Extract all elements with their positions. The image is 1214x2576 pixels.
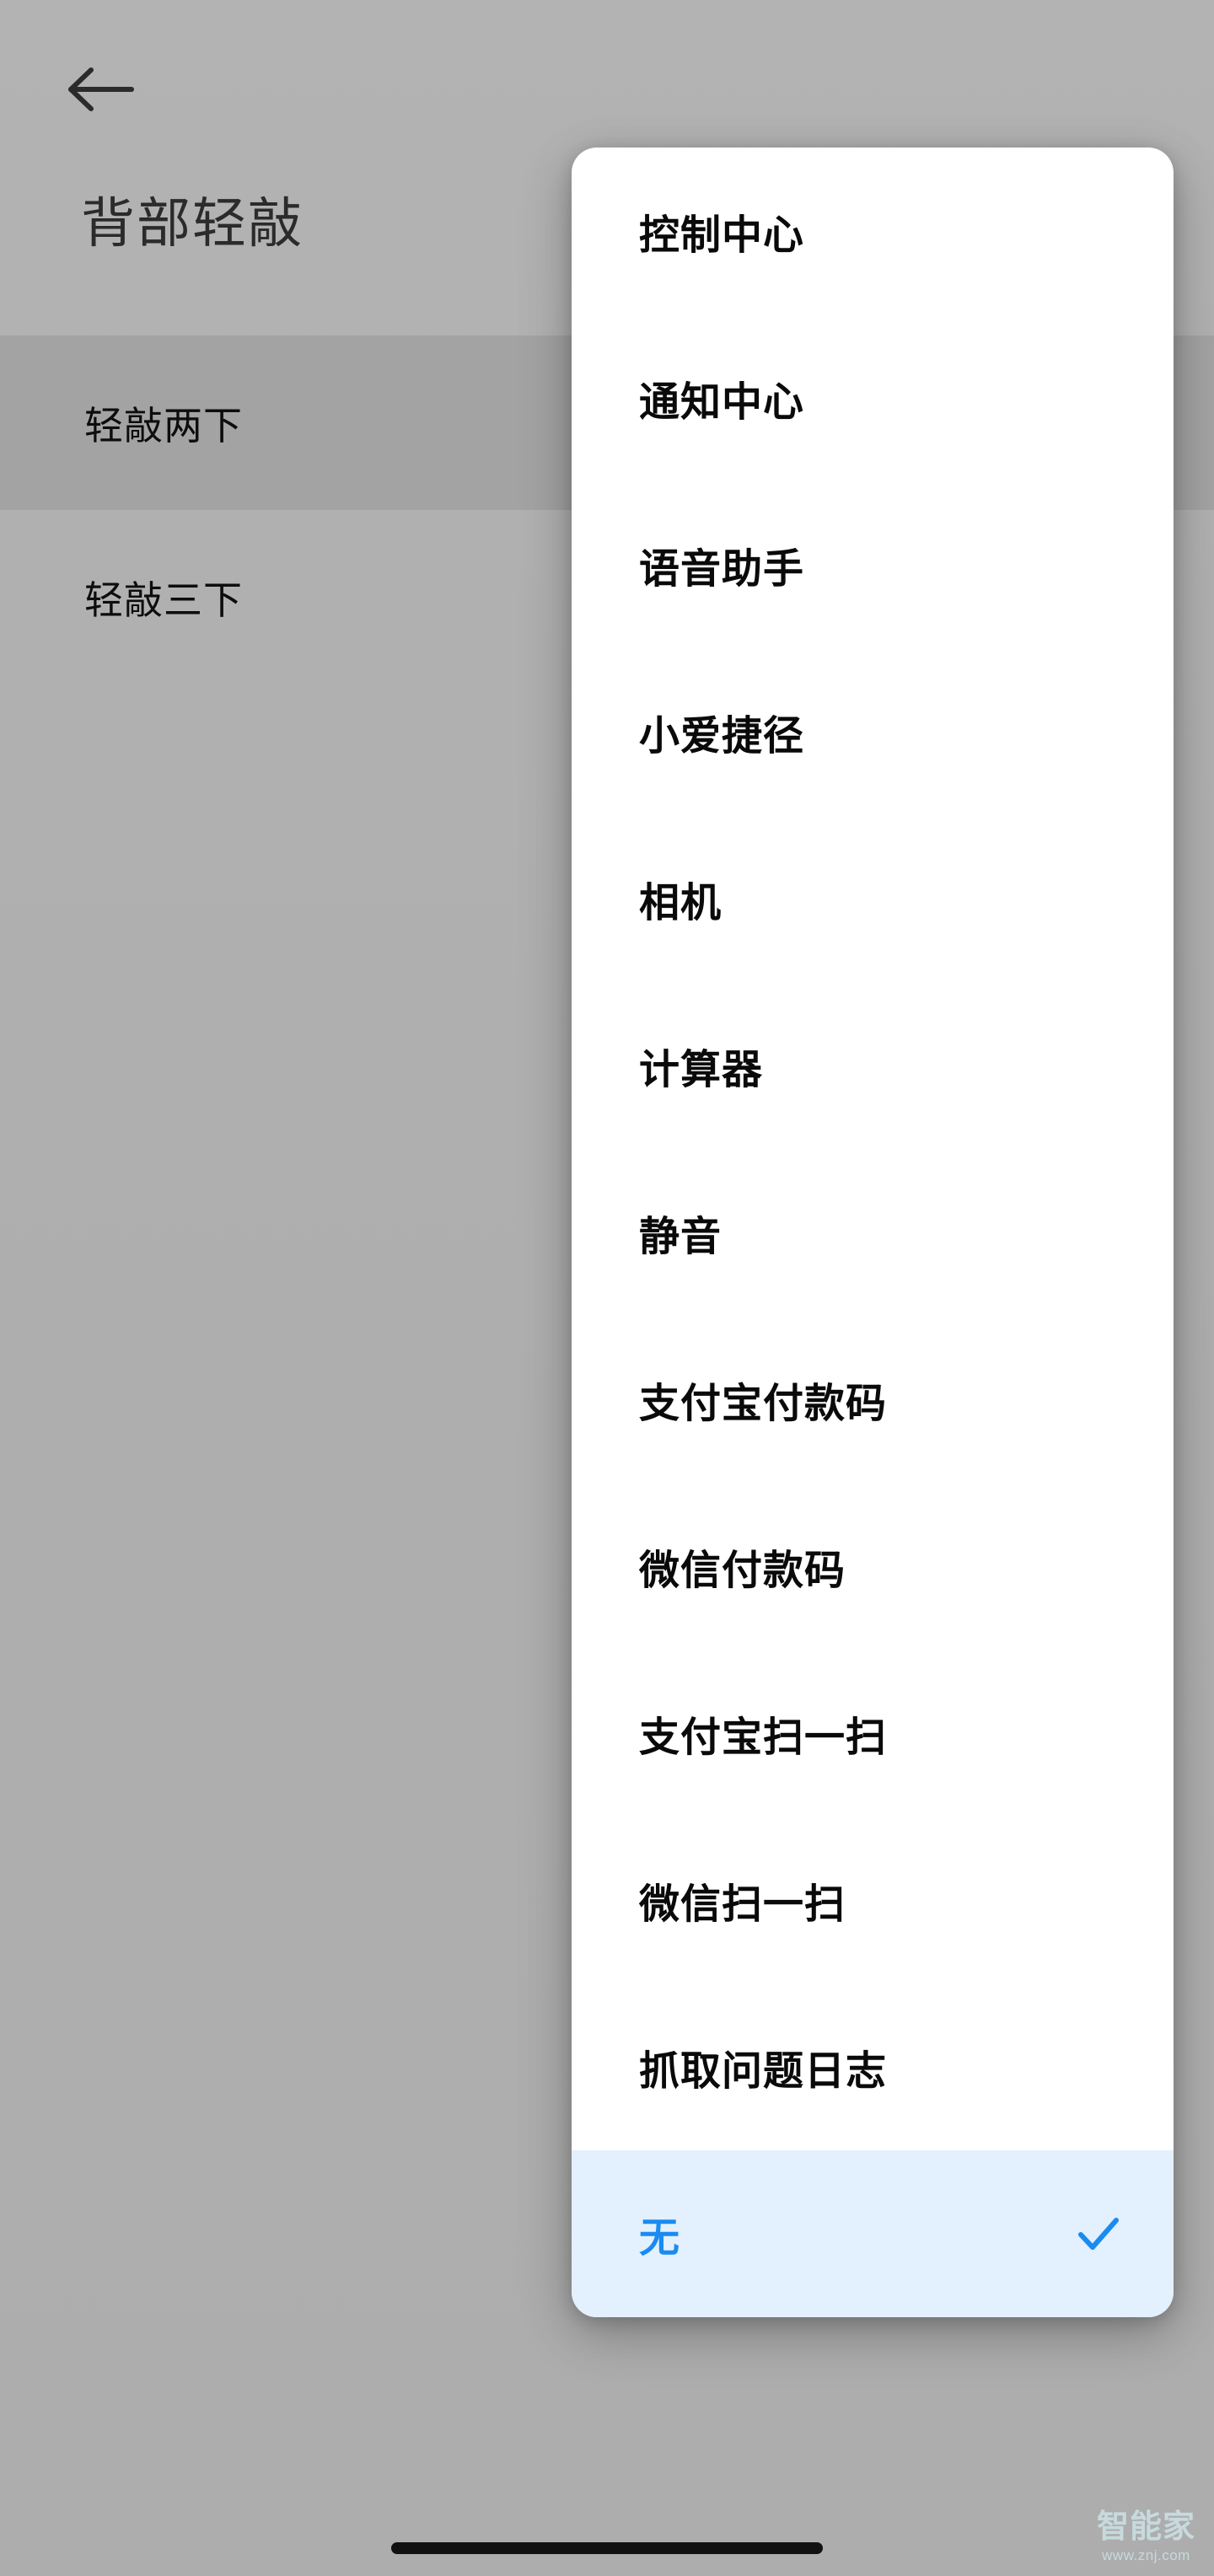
menu-item-label: 计算器: [639, 1048, 764, 1092]
menu-item-calculator[interactable]: 计算器: [572, 982, 1174, 1149]
menu-item-capture-issue-log[interactable]: 抓取问题日志: [572, 1983, 1174, 2150]
menu-item-wechat-payment-code[interactable]: 微信付款码: [572, 1483, 1174, 1650]
menu-item-label: 相机: [639, 881, 722, 926]
check-icon: [1074, 2209, 1123, 2258]
menu-item-none[interactable]: 无: [572, 2150, 1174, 2317]
back-button[interactable]: [66, 52, 140, 126]
menu-item-label: 通知中心: [639, 380, 805, 425]
menu-item-mute[interactable]: 静音: [572, 1149, 1174, 1316]
menu-item-voice-assistant[interactable]: 语音助手: [572, 481, 1174, 648]
menu-item-label: 微信付款码: [639, 1548, 846, 1593]
arrow-left-icon: [66, 65, 137, 114]
action-dropdown-menu[interactable]: 控制中心 通知中心 语音助手 小爱捷径 相机 计算器 静音 支付宝付款码 微信付…: [572, 148, 1174, 2317]
menu-item-wechat-scan[interactable]: 微信扫一扫: [572, 1817, 1174, 1983]
menu-item-label: 微信扫一扫: [639, 1882, 846, 1927]
menu-item-label: 语音助手: [639, 547, 805, 592]
menu-item-notification-center[interactable]: 通知中心: [572, 314, 1174, 481]
menu-item-label: 抓取问题日志: [639, 2049, 888, 2094]
home-indicator[interactable]: [391, 2542, 823, 2554]
menu-item-control-center[interactable]: 控制中心: [572, 148, 1174, 314]
menu-item-alipay-payment-code[interactable]: 支付宝付款码: [572, 1316, 1174, 1483]
menu-item-alipay-scan[interactable]: 支付宝扫一扫: [572, 1650, 1174, 1817]
setting-row-label: 轻敲三下: [84, 577, 243, 622]
menu-item-label: 小爱捷径: [639, 714, 805, 759]
menu-item-label: 支付宝付款码: [639, 1382, 888, 1426]
menu-item-xiaoai-shortcut[interactable]: 小爱捷径: [572, 648, 1174, 815]
menu-item-label: 支付宝扫一扫: [639, 1715, 888, 1760]
menu-item-camera[interactable]: 相机: [572, 815, 1174, 982]
menu-item-label: 无: [639, 2216, 681, 2261]
page-title: 背部轻敲: [81, 193, 304, 254]
menu-item-label: 静音: [639, 1215, 722, 1259]
menu-item-label: 控制中心: [639, 213, 805, 258]
setting-row-label: 轻敲两下: [84, 403, 243, 448]
